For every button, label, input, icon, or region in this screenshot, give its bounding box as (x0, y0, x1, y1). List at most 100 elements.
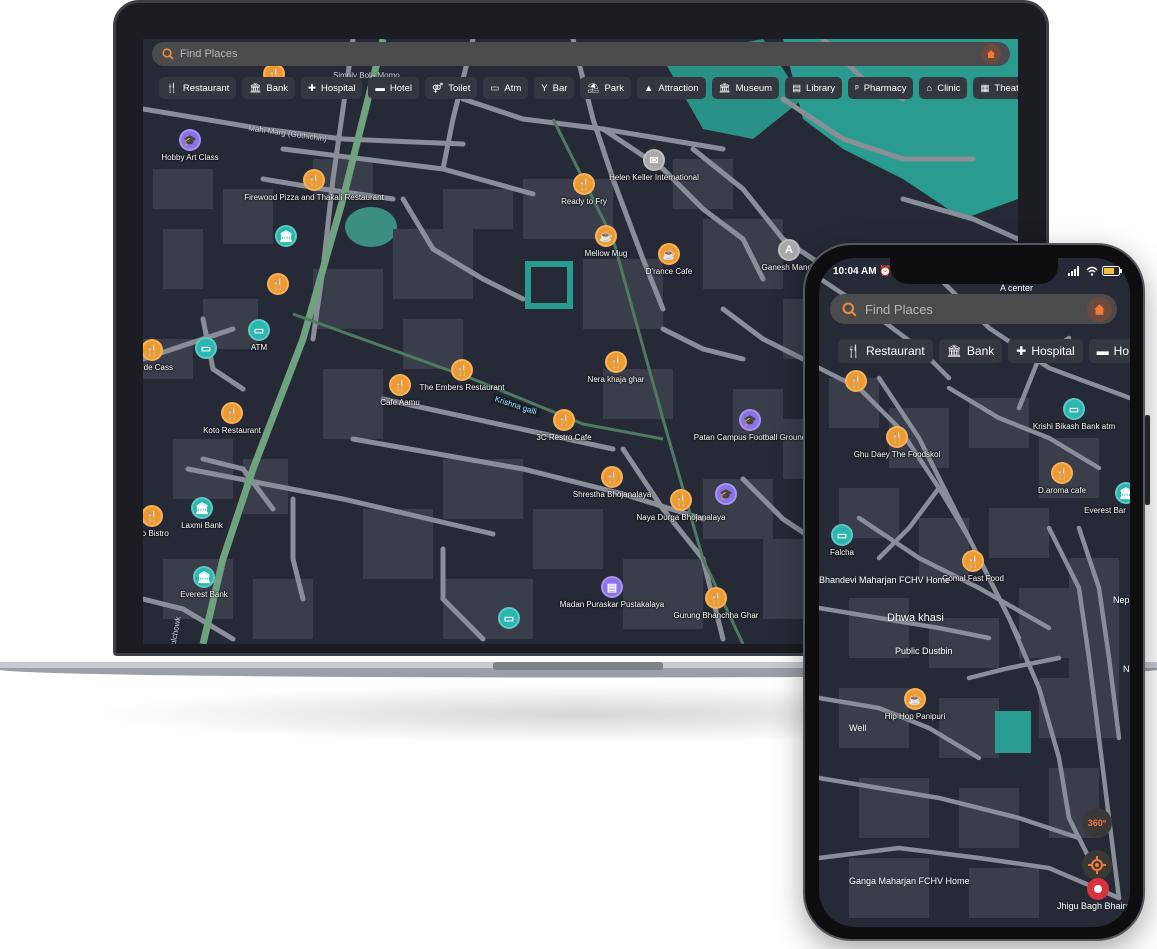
restroom-icon: ⚤ (432, 82, 444, 94)
poi-marker[interactable]: ▭ Krishi Bikash Bank atm (1033, 398, 1115, 431)
atm-card-icon: ▭ (195, 337, 217, 359)
plus-icon: ✚ (308, 82, 317, 94)
chip-bar[interactable]: Y Bar (534, 77, 575, 99)
poi-marker[interactable]: 🍴a de Cass (143, 339, 173, 372)
poi-marker[interactable]: 🍴 (845, 370, 867, 392)
phone-notch (890, 258, 1058, 284)
fork-knife-icon: 🍴 (389, 374, 411, 396)
library-icon: ▤ (792, 82, 802, 94)
poi-marker[interactable]: 🎓 (715, 483, 737, 505)
poi-marker[interactable]: 🍴 Firewood Pizza and Thakali Restaurant (244, 169, 384, 202)
map-label: Ganga Maharjan FCHV Home (849, 876, 970, 886)
search-input[interactable]: Find Places (865, 302, 933, 317)
poi-marker[interactable]: 🏛 Everest Bar (1084, 482, 1130, 515)
poi-marker[interactable]: 🏛 Laxmi Bank (181, 497, 223, 530)
museum-icon: 🏛 (718, 82, 731, 94)
pond (345, 207, 397, 247)
theater-icon: ▦ (980, 82, 990, 94)
view-360-button[interactable]: 360° (1082, 808, 1112, 838)
chip-pharmacy[interactable]: ᵖ Pharmacy (848, 77, 914, 99)
record-button[interactable] (1087, 878, 1109, 900)
poi-marker[interactable]: 🍴 Ghu Daey The Foodskol (854, 426, 940, 459)
search-input[interactable]: Find Places (180, 48, 237, 60)
poi-marker[interactable]: ▭ (195, 337, 217, 359)
poi-marker[interactable]: 🍴 Ready to Fry (561, 173, 607, 206)
poi-marker[interactable]: ☕ Hip Hop Panipuri (885, 688, 945, 721)
signal-icon (1068, 266, 1082, 279)
fork-knife-icon: 🍴 (705, 587, 727, 609)
poi-marker[interactable]: 🍴 3C Restro Cafe (536, 409, 592, 442)
chip-library[interactable]: ▤ Library (785, 77, 843, 99)
chip-attraction[interactable]: ▲ Attraction (637, 77, 706, 99)
bank-icon: 🏛 (193, 566, 215, 588)
poi-marker[interactable]: 🍴 Nera khaja ghar (588, 351, 644, 384)
poi-marker[interactable]: 🏛 (275, 225, 297, 247)
map-label: N (1123, 664, 1130, 674)
poi-marker[interactable]: ✉ Helen Keller International (609, 149, 699, 182)
bed-icon: ▬ (375, 82, 385, 94)
phone-map-screen[interactable]: 🍴 ▭ Krishi Bikash Bank atm 🍴 Ghu Daey The … (819, 258, 1130, 927)
search-bar[interactable]: Find Places (830, 294, 1117, 324)
poi-marker[interactable]: 🍴 (267, 273, 289, 295)
coffee-icon: ☕ (658, 243, 680, 265)
poi-marker[interactable]: ☕ D'rance Cafe (646, 243, 692, 276)
poi-marker[interactable]: 🍴 Cafe Aamu (380, 374, 420, 407)
poi-marker[interactable]: 🏛 Everest Bank (180, 566, 228, 599)
locate-crosshair-icon (1088, 856, 1106, 874)
fork-knife-icon: 🍴 (573, 173, 595, 195)
bank-icon: 🏛 (191, 497, 213, 519)
poi-marker[interactable]: 🎓 Patan Campus Football Ground (694, 409, 806, 442)
search-bar[interactable]: Find Places (152, 42, 1010, 66)
poi-marker[interactable]: ▭ ATM (248, 319, 270, 352)
poi-marker[interactable]: 🍴 Koto Restaurant (203, 402, 261, 435)
fork-knife-icon: 🍴 (670, 489, 692, 511)
poi-marker[interactable]: 🍴 Gurung Bhanchha Ghar (674, 587, 758, 620)
poi-marker[interactable]: 🎓 Hobby Art Class (161, 129, 219, 162)
poi-marker[interactable]: 🍴 Naya Durga Bhojanalaya (637, 489, 725, 522)
chip-bank[interactable]: 🏛 Bank (242, 77, 296, 99)
alarm-clock-icon: ⏰ (879, 266, 892, 277)
home-button[interactable] (1087, 297, 1112, 322)
fork-knife-icon: 🍴 (553, 409, 575, 431)
plus-icon: ✚ (1016, 344, 1027, 358)
poi-marker[interactable]: ▭ (498, 607, 520, 629)
chip-bank[interactable]: 🏛 Bank (938, 339, 1003, 363)
poi-marker[interactable]: ☕ Mellow Mug (585, 225, 627, 258)
poi-marker[interactable]: 🍴bo Bistro (143, 505, 169, 538)
map-label: Public Dustbin (895, 646, 953, 656)
chip-restaurant[interactable]: 🍴 Restaurant (838, 339, 933, 363)
category-chips: 🍴 Restaurant 🏛 Bank ✚ Hospital ▬ Hotel ⚤ Toil… (159, 77, 1018, 99)
fork-knife-icon: 🍴 (845, 370, 867, 392)
poi-marker[interactable]: 🍴 D.aroma cafe (1038, 462, 1086, 495)
atm-card-icon: ▭ (498, 607, 520, 629)
home-button[interactable] (981, 44, 1001, 64)
chip-hotel[interactable]: ▬ Hotel (368, 77, 420, 99)
map-label: A center (1000, 283, 1034, 293)
chip-park[interactable]: ⛱ Park (580, 77, 632, 99)
poi-marker[interactable]: 🍴 The Embers Restaurant (420, 359, 504, 392)
attraction-icon: ▲ (644, 82, 654, 94)
poi-marker[interactable]: ▭ Falcha (830, 524, 854, 557)
graduation-cap-icon: 🎓 (179, 129, 201, 151)
chip-hotel[interactable]: ▬ Ho (1088, 339, 1130, 363)
poi-marker[interactable]: A Ganesh Mandir (762, 239, 816, 272)
poi-marker[interactable]: ▤ Madan Puraskar Pustakalaya (560, 576, 664, 609)
chip-toilet[interactable]: ⚤ Toilet (425, 77, 478, 99)
chip-hospital[interactable]: ✚ Hospital (1008, 339, 1083, 363)
poi-marker[interactable]: 🍴 Gomal Fast Food (942, 550, 1004, 583)
water-area (783, 39, 1018, 219)
chip-museum[interactable]: 🏛 Museum (711, 77, 780, 99)
category-chips: 🍴 Restaurant 🏛 Bank ✚ Hospital ▬ Ho (838, 339, 1130, 363)
chip-theater[interactable]: ▦Theater (973, 77, 1018, 99)
poi-marker[interactable]: 🍴 Shrestha Bhojanalaya (573, 466, 651, 499)
chip-hospital[interactable]: ✚ Hospital (301, 77, 363, 99)
chip-clinic[interactable]: ⌂ Clinic (919, 77, 968, 99)
home-icon (1094, 304, 1105, 315)
locate-button[interactable] (1082, 850, 1112, 880)
bank-icon: 🏛 (249, 82, 262, 94)
chip-atm[interactable]: ▭ Atm (483, 77, 529, 99)
library-icon: ▤ (601, 576, 623, 598)
bank-icon: 🏛 (946, 344, 962, 358)
chip-restaurant[interactable]: 🍴 Restaurant (159, 77, 237, 99)
bank-icon: 🏛 (1115, 482, 1130, 504)
